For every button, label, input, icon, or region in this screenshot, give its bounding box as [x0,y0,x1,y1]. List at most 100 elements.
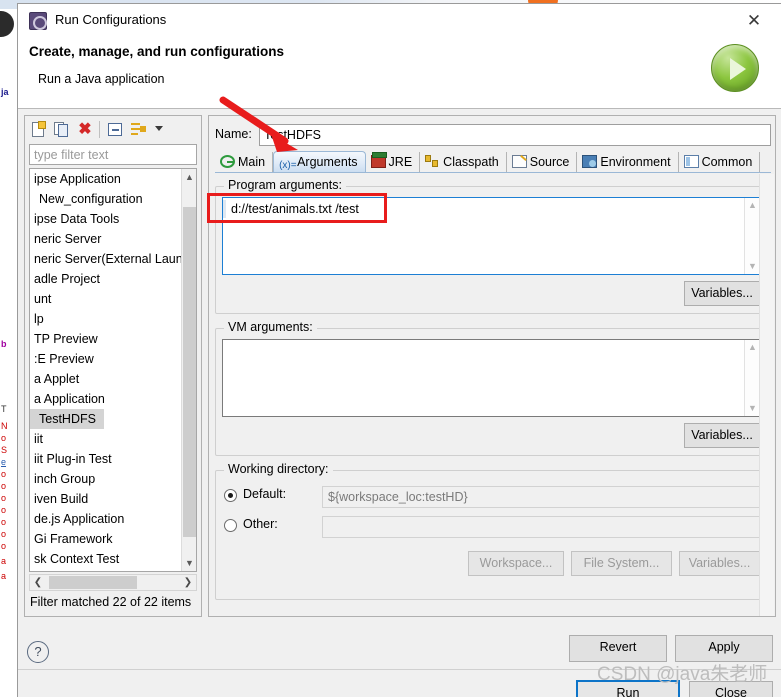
tree-item[interactable]: ipse Application [30,169,182,189]
tree-vertical-scrollbar[interactable]: ▲ ▼ [181,169,196,571]
classpath-tab-icon [425,155,440,168]
configuration-tabs[interactable]: Main (x)=Arguments JRE Classpath Source Envir… [215,151,771,173]
run-configurations-icon [29,12,47,30]
configurations-tree[interactable]: ipse Application New_configuration ipse Da… [29,168,197,572]
program-arguments-value: d://test/animals.txt /test [231,202,359,216]
tree-item[interactable]: a Application [30,389,182,409]
tree-item[interactable]: iven Build [30,489,182,509]
run-button[interactable]: Run [576,680,680,697]
tab-jre[interactable]: JRE [366,152,421,173]
tab-environment[interactable]: Environment [577,152,679,173]
close-icon[interactable]: ✕ [741,9,767,33]
tab-common[interactable]: Common [679,152,761,173]
other-radio[interactable] [224,519,237,532]
main-tab-icon [220,155,235,168]
tree-item[interactable]: iit [30,429,182,449]
new-configuration-button[interactable] [29,120,49,139]
filter-configurations-button[interactable] [129,120,149,139]
delete-configuration-button[interactable]: ✖ [75,120,95,139]
close-button[interactable]: Close [689,681,773,697]
scroll-left-icon[interactable]: ❮ [30,575,46,590]
name-input[interactable]: TestHDFS [259,124,771,146]
revert-button[interactable]: Revert [569,635,667,662]
tree-item[interactable]: neric Server [30,229,182,249]
dialog-footer: Revert Apply ? Run Close [18,631,781,697]
working-directory-other-row[interactable]: Other: [224,517,334,535]
scroll-up-icon[interactable]: ▲ [745,340,759,355]
workspace-button: Workspace... [468,551,564,576]
collapse-all-button[interactable] [106,120,126,139]
footer-separator [18,669,781,670]
tree-item[interactable]: Gi Framework [30,529,182,549]
tree-item[interactable]: neric Server(External Launc [30,249,182,269]
tree-item[interactable]: sk Context Test [30,549,182,569]
working-directory-other-input[interactable] [322,516,760,538]
default-radio-label: Default: [243,487,287,501]
tree-item[interactable]: de.js Application [30,509,182,529]
vm-arguments-variables-button[interactable]: Variables... [684,423,760,448]
tab-main[interactable]: Main [215,152,274,173]
working-directory-default-row[interactable]: Default: [224,487,334,505]
tab-label: Arguments [297,155,358,169]
tab-classpath[interactable]: Classpath [420,152,507,173]
tree-scroll-thumb[interactable] [183,207,196,537]
new-document-icon [32,121,46,137]
tab-label: Environment [600,155,671,169]
scroll-right-icon[interactable]: ❯ [180,575,196,590]
tree-item[interactable]: adle Project [30,269,182,289]
tree-item[interactable]: lp [30,309,182,329]
other-radio-label: Other: [243,517,278,531]
filter-icon [131,122,146,137]
configuration-panel-scrollbar[interactable] [759,174,774,616]
default-radio[interactable] [224,489,237,502]
working-directory-group: Working directory: Default: ${workspace_… [215,462,765,600]
tree-item[interactable]: inch Group [30,469,182,489]
duplicate-configuration-button[interactable] [52,120,72,139]
tree-item[interactable]: L [30,569,182,571]
program-arguments-input[interactable]: d://test/animals.txt /test ▲ ▼ [222,197,760,275]
program-arguments-scrollbar[interactable]: ▲ ▼ [744,198,759,274]
scroll-down-icon[interactable]: ▼ [745,259,759,274]
tab-label: Source [529,155,570,169]
filter-status-text: Filter matched 22 of 22 items [30,595,192,609]
source-tab-icon [511,155,527,168]
header-subtitle: Run a Java application [38,72,165,86]
environment-tab-icon [582,155,598,168]
vm-arguments-group: VM arguments: ▲ ▼ Variables... [215,320,765,456]
tree-items-container: ipse Application New_configuration ipse Da… [30,169,182,571]
tree-item[interactable]: iit Plug-in Test [30,449,182,469]
tree-hscroll-thumb[interactable] [49,576,137,589]
text-caret [223,200,226,218]
file-system-button: File System... [571,551,672,576]
tree-item[interactable]: New_configuration [30,189,182,209]
tree-item[interactable]: unt [30,289,182,309]
scroll-down-icon[interactable]: ▼ [745,401,759,416]
tab-label: Main [238,155,266,169]
tab-arguments[interactable]: (x)=Arguments [273,151,366,173]
run-play-icon [711,44,759,92]
vm-arguments-input[interactable]: ▲ ▼ [222,339,760,417]
tab-source[interactable]: Source [507,152,578,173]
tree-horizontal-scrollbar[interactable]: ❮ ❯ [29,574,197,591]
arguments-tab-icon: (x)= [279,160,297,171]
dialog-title: Run Configurations [55,12,167,27]
vm-arguments-scrollbar[interactable]: ▲ ▼ [744,340,759,416]
background-globe-icon [0,11,14,37]
collapse-all-icon [108,123,122,136]
help-question-icon[interactable]: ? [27,641,49,663]
tree-item[interactable]: :E Preview [30,349,182,369]
view-menu-caret-icon[interactable] [155,126,163,131]
tree-item[interactable]: TestHDFS [30,409,104,429]
apply-button[interactable]: Apply [675,635,773,662]
program-arguments-label: Program arguments: [224,178,346,192]
tab-label: Classpath [443,155,499,169]
filter-input[interactable]: type filter text [29,144,197,165]
header-title: Create, manage, and run configurations [29,44,285,59]
scroll-up-icon[interactable]: ▲ [745,198,759,213]
tree-item[interactable]: a Applet [30,369,182,389]
scroll-down-icon[interactable]: ▼ [182,555,196,571]
tree-item[interactable]: TP Preview [30,329,182,349]
scroll-up-icon[interactable]: ▲ [182,169,196,185]
tree-item[interactable]: ipse Data Tools [30,209,182,229]
program-arguments-variables-button[interactable]: Variables... [684,281,760,306]
